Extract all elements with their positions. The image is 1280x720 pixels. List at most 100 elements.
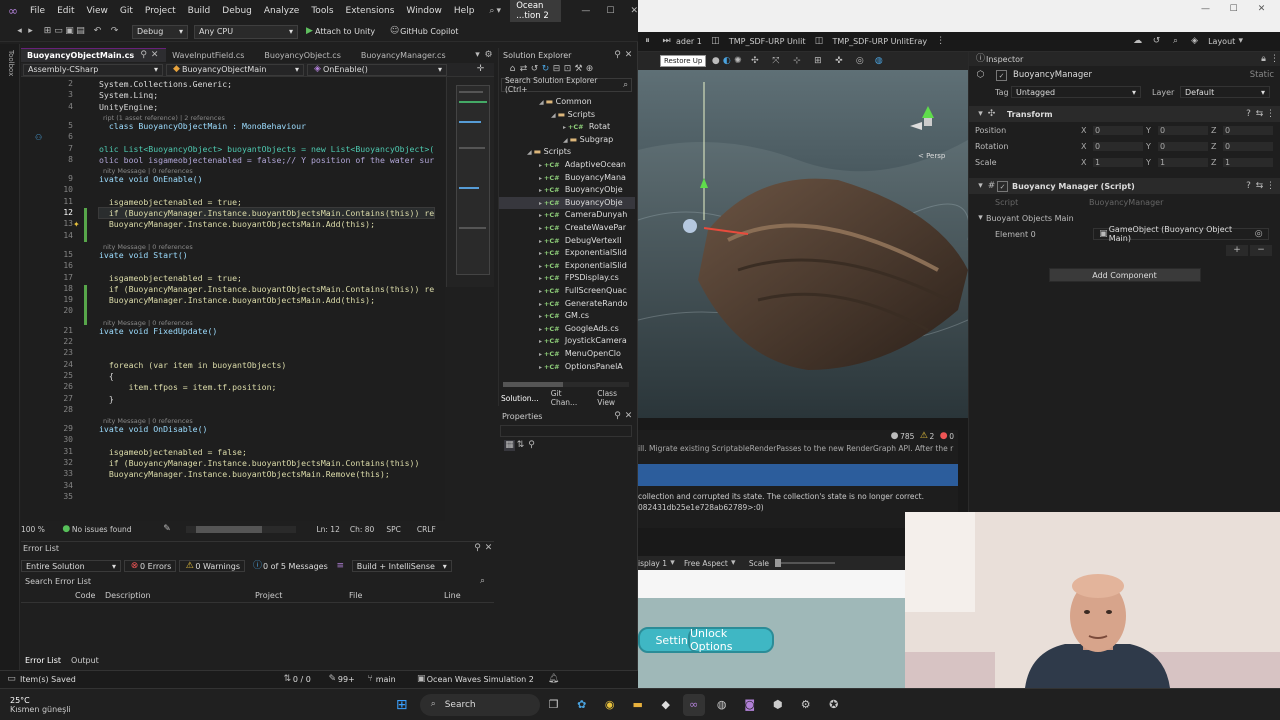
globe-icon[interactable]: ◍ — [873, 56, 884, 67]
tab-shader[interactable]: ader 1 — [668, 32, 710, 52]
menu-build[interactable]: Build — [182, 6, 217, 16]
properties-object-select[interactable] — [500, 425, 632, 437]
component-header[interactable]: ▾ # ✓ Buoyancy Manager (Script) ? ⇆ ⋮ — [969, 178, 1280, 194]
solution-search[interactable]: Search Solution Explorer (Ctrl+ ⌕ — [501, 76, 632, 94]
scale-slider[interactable] — [775, 559, 835, 567]
show-all-icon[interactable]: ⊡ — [562, 64, 573, 75]
refresh-icon[interactable]: ↻ — [540, 64, 551, 75]
chevron-down-icon[interactable]: ▾ — [667, 558, 678, 569]
tab-tmp-unlit-eray[interactable]: TMP_SDF-URP UnlitEray — [824, 32, 935, 52]
tag-dropdown[interactable]: Untagged ▾ — [1011, 86, 1141, 98]
tree-file[interactable]: ▸ +C# OptionsPanelA — [499, 361, 635, 373]
transform-field-x[interactable]: 0 — [1093, 141, 1143, 151]
menu-window[interactable]: Window — [400, 6, 448, 16]
console-log-row[interactable]: ill. Migrate existing ScriptableRenderPa… — [638, 442, 958, 454]
pin-icon[interactable]: ⚲ — [612, 411, 623, 422]
warning-icon[interactable]: ⚠ — [918, 431, 929, 442]
close-icon[interactable]: ✕ — [1256, 4, 1267, 15]
tree-folder[interactable]: ◢ ▬ Scripts — [499, 146, 635, 158]
minimize-icon[interactable]: — — [1200, 4, 1211, 15]
static-toggle[interactable]: Static — [1250, 70, 1274, 80]
taskbar-search[interactable]: ⌕ Search — [419, 693, 540, 716]
pending-edits[interactable]: 99+ — [338, 675, 355, 684]
tree-file[interactable]: ▸ +C# AdaptiveOcean — [499, 159, 635, 171]
unity-hub-icon[interactable]: ◆ — [655, 694, 677, 716]
tree-file[interactable]: ▸ +C# BuoyancyObje — [499, 196, 635, 209]
scrollbar-thumb[interactable] — [196, 525, 263, 533]
close-icon[interactable]: ✕ — [623, 411, 634, 422]
tab-buoyancy-object-main[interactable]: BuoyancyObjectMain.cs ⚲ ✕ — [21, 48, 167, 62]
more-icon[interactable]: ⋮ — [1265, 109, 1276, 120]
info-icon[interactable]: ● — [889, 431, 900, 442]
undo-icon[interactable]: ↶ — [92, 26, 103, 37]
menu-tools[interactable]: Tools — [305, 6, 339, 16]
menu-view[interactable]: View — [81, 6, 114, 16]
horizontal-scrollbar[interactable] — [186, 525, 297, 533]
tree-file[interactable]: ▸ +C# MenuOpenClo — [499, 348, 635, 360]
property-pages-icon[interactable]: ⚲ — [526, 440, 537, 451]
transform-field-x[interactable]: 0 — [1093, 125, 1143, 135]
tab-solution[interactable]: Solution... — [501, 394, 539, 403]
chrome-icon[interactable]: ◉ — [599, 694, 621, 716]
active-checkbox[interactable]: ✓ — [996, 69, 1007, 81]
attach-to-unity-button[interactable]: Attach to Unity — [315, 27, 375, 36]
col-file[interactable]: File — [349, 591, 444, 600]
col-code[interactable]: Code — [75, 591, 105, 600]
scrollbar-thumb[interactable] — [503, 382, 563, 387]
tree-file[interactable]: ▸ +C# Rotat — [499, 121, 635, 133]
weather-widget[interactable]: 25°C Kısmen güneşli — [10, 696, 71, 714]
menu-help[interactable]: Help — [448, 6, 481, 16]
effects-icon[interactable]: ✺ — [732, 56, 743, 67]
wireframe-icon[interactable]: ◐ — [721, 56, 732, 67]
play-icon[interactable]: ▶ — [304, 26, 315, 37]
transform-field-y[interactable]: 0 — [1158, 125, 1208, 135]
settings-app-icon[interactable]: ⚙ — [795, 694, 817, 716]
transform-field-x[interactable]: 1 — [1093, 157, 1143, 167]
tree-file[interactable]: ▸ +C# CameraDunyah — [499, 209, 635, 221]
game-view[interactable]: Settings Unlock Options — [638, 570, 906, 688]
gizmo-icon[interactable]: ✣ — [749, 56, 760, 67]
menu-edit[interactable]: Edit — [51, 6, 80, 16]
chevron-down-icon[interactable]: ▾ — [1235, 36, 1246, 47]
search-icon[interactable]: ⌕ — [488, 6, 495, 17]
console-selected-row[interactable] — [638, 464, 958, 486]
cloud-icon[interactable]: ☁ — [1132, 36, 1143, 47]
tab-buoyancy-object[interactable]: BuoyancyObject.cs — [258, 48, 346, 62]
element-object-field[interactable]: ▣ GameObject (Buoyancy Object Main) ◎ — [1093, 225, 1269, 243]
collapse-icon[interactable]: ⊟ — [551, 64, 562, 75]
more-icon[interactable]: ⋮ — [1265, 181, 1276, 192]
list-header[interactable]: ▾ Buoyant Objects Main — [969, 210, 1280, 226]
search-icon[interactable]: ⌕ — [620, 80, 631, 91]
task-view-icon[interactable]: ❐ — [543, 694, 565, 716]
github-desktop-icon[interactable]: ◍ — [711, 694, 733, 716]
play-icon[interactable]: ⏸ — [642, 36, 653, 47]
tree-folder[interactable]: ◢ ▬ Scripts — [499, 109, 635, 121]
properties-icon[interactable]: ⚒ — [573, 64, 584, 75]
solution-title-badge[interactable]: Ocean ...tion 2 — [510, 0, 562, 24]
messages-filter[interactable]: ⓘ 0 of 5 Messages — [248, 560, 332, 572]
col-line[interactable]: Line — [444, 591, 461, 600]
transform-header[interactable]: ▾ ✣ Transform ? ⇆ ⋮ — [969, 106, 1280, 122]
brush-icon[interactable]: ✎ — [161, 524, 172, 535]
git-branch[interactable]: main — [376, 675, 396, 684]
menu-file[interactable]: File — [24, 6, 51, 16]
redo-icon[interactable]: ↷ — [109, 26, 120, 37]
chevron-down-icon[interactable]: ▾ — [728, 558, 739, 569]
repo-name[interactable]: Ocean Waves Simulation 2 — [427, 675, 534, 684]
errors-filter[interactable]: ⊗ 0 Errors — [124, 560, 177, 572]
sync-icon[interactable]: ⇄ — [518, 64, 529, 75]
tree-file[interactable]: ▸ +C# BuoyancyObje — [499, 184, 635, 196]
script-value[interactable]: BuoyancyManager — [1089, 198, 1163, 207]
transform-field-z[interactable]: 0 — [1223, 125, 1273, 135]
camera-icon[interactable]: ✜ — [833, 56, 844, 67]
persp-label[interactable]: < Persp — [918, 152, 945, 160]
code-editor[interactable]: 2 System.Collections.Generic; 3 System.Linq… — [21, 77, 445, 521]
history-icon[interactable]: ↺ — [529, 64, 540, 75]
target-icon[interactable]: ◎ — [1253, 229, 1264, 240]
config-select[interactable]: Debug ▾ — [132, 24, 188, 39]
filter-icon[interactable]: ≡ — [335, 561, 346, 572]
scope-dropdown[interactable]: Entire Solution ▾ — [21, 560, 121, 572]
tree-file[interactable]: ▸ +C# ExponentialSlid — [499, 260, 635, 272]
build-filter-dropdown[interactable]: Build + IntelliSense ▾ — [351, 560, 452, 572]
copilot-button[interactable]: GitHub Copilot — [400, 27, 458, 36]
